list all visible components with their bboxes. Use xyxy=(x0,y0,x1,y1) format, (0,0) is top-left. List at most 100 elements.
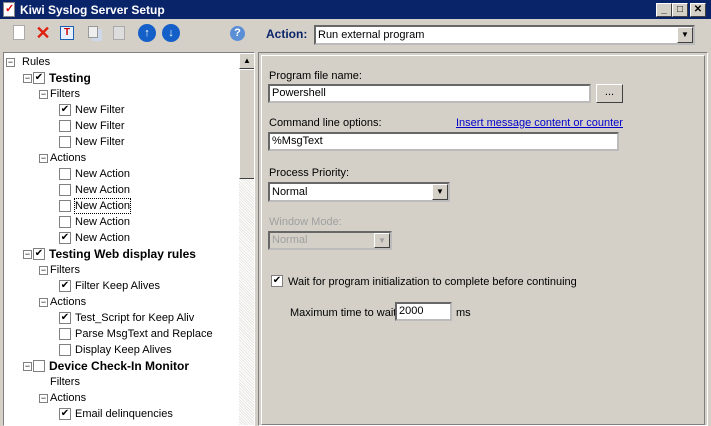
app-icon xyxy=(3,2,15,17)
program-file-input[interactable]: Powershell xyxy=(268,84,591,103)
tree-item[interactable]: − Filters xyxy=(4,262,234,278)
tree-item-label: New Action xyxy=(75,184,131,196)
insert-message-link[interactable]: Insert message content or counter xyxy=(456,117,623,129)
tree-item-label: Device Check-In Monitor xyxy=(49,359,190,373)
action-select-value: Run external program xyxy=(318,29,425,41)
tree-item-checkbox[interactable]: ✔ xyxy=(59,280,71,292)
tree-item-checkbox[interactable]: ✔ xyxy=(59,232,71,244)
tree-item[interactable]: New Action xyxy=(4,166,234,182)
tree-item-label: New Filter xyxy=(75,136,125,148)
max-time-unit: ms xyxy=(456,307,471,319)
tree-item[interactable]: − Device Check-In Monitor xyxy=(4,358,234,374)
minimize-button[interactable]: _ xyxy=(656,3,672,17)
delete-icon[interactable]: ✕ xyxy=(34,24,52,42)
collapse-icon[interactable]: − xyxy=(39,90,48,99)
help-icon[interactable]: ? xyxy=(230,26,245,41)
tree-item[interactable]: ✔ Filter Keep Alives xyxy=(4,278,234,294)
tree-item-checkbox[interactable] xyxy=(59,136,71,148)
window-title: Kiwi Syslog Server Setup xyxy=(20,3,165,17)
chevron-down-icon: ▼ xyxy=(374,233,390,248)
collapse-icon[interactable]: − xyxy=(23,74,32,83)
tree-item[interactable]: − Actions xyxy=(4,150,234,166)
tree-item-checkbox[interactable] xyxy=(59,168,71,180)
tree-item-checkbox[interactable]: ✔ xyxy=(33,72,45,84)
chevron-down-icon[interactable]: ▼ xyxy=(677,27,693,43)
copy-icon[interactable] xyxy=(86,24,104,42)
collapse-icon[interactable]: − xyxy=(39,266,48,275)
tree-item-label: Testing xyxy=(49,71,91,85)
command-line-input[interactable]: %MsgText xyxy=(268,132,619,151)
move-down-icon[interactable]: ↓ xyxy=(162,24,180,42)
collapse-icon[interactable]: − xyxy=(39,394,48,403)
scroll-thumb[interactable] xyxy=(239,69,254,179)
tree-item-checkbox[interactable]: ✔ xyxy=(59,408,71,420)
tree-item-checkbox[interactable]: ✔ xyxy=(59,104,71,116)
tree-item-label: Filter Keep Alives xyxy=(75,280,160,292)
tree-item-label: Actions xyxy=(50,392,87,404)
tree-item-checkbox[interactable]: ✔ xyxy=(33,248,45,260)
collapse-icon[interactable]: − xyxy=(6,58,15,67)
tree-item-checkbox[interactable] xyxy=(59,184,71,196)
paste-icon[interactable] xyxy=(110,24,128,42)
chevron-down-icon[interactable]: ▼ xyxy=(432,184,448,200)
tree-item[interactable]: ✔ Test_Script for Keep Aliv xyxy=(4,310,234,326)
tree-item[interactable]: − ✔ Testing xyxy=(4,70,234,86)
process-priority-select[interactable]: Normal ▼ xyxy=(268,182,450,202)
tree-item-label: Email delinquencies xyxy=(75,408,173,420)
tree-item[interactable]: New Filter xyxy=(4,134,234,150)
collapse-icon[interactable]: − xyxy=(39,298,48,307)
tree-item-checkbox[interactable]: ✔ xyxy=(59,312,71,324)
tree-item[interactable]: − Actions xyxy=(4,294,234,310)
tree-item-checkbox[interactable] xyxy=(59,328,71,340)
tree-item[interactable]: ✔ New Filter xyxy=(4,102,234,118)
tree-item[interactable]: New Action xyxy=(4,214,234,230)
tree-item-label: New Action xyxy=(73,198,132,214)
tree-item-checkbox[interactable] xyxy=(33,360,45,372)
max-time-input[interactable]: 2000 xyxy=(395,302,452,321)
window-mode-label: Window Mode: xyxy=(269,216,342,228)
tree-item-label: New Action xyxy=(75,232,131,244)
tree-item-checkbox[interactable] xyxy=(59,200,71,212)
rename-icon[interactable]: T xyxy=(58,24,76,42)
collapse-icon[interactable]: − xyxy=(23,250,32,259)
tree-item-label: New Filter xyxy=(75,120,125,132)
tree-item-label: Filters xyxy=(50,88,80,100)
rules-tree[interactable]: − Rules − ✔ Testing − Filters ✔ New Filter New Fi… xyxy=(3,52,255,426)
maximize-button[interactable]: □ xyxy=(672,3,688,17)
process-priority-value: Normal xyxy=(272,186,308,198)
wait-checkbox[interactable]: ✔ xyxy=(271,275,283,287)
collapse-icon[interactable]: − xyxy=(39,154,48,163)
tree-item[interactable]: − Rules xyxy=(4,54,234,70)
tree-item[interactable]: New Action xyxy=(4,182,234,198)
tree-item[interactable]: − Filters xyxy=(4,86,234,102)
tree-item-label: Parse MsgText and Replace xyxy=(75,328,213,340)
action-select[interactable]: Run external program ▼ xyxy=(314,25,695,45)
action-label: Action: xyxy=(266,27,308,41)
tree-item-label: Test_Script for Keep Aliv xyxy=(75,312,195,324)
tree-item[interactable]: New Filter xyxy=(4,118,234,134)
title-bar: Kiwi Syslog Server Setup _ □ ✕ xyxy=(0,0,711,19)
new-icon[interactable] xyxy=(10,24,28,42)
collapse-icon[interactable]: − xyxy=(23,362,32,371)
tree-item-label: Filters xyxy=(50,376,80,388)
scroll-up-button[interactable]: ▲ xyxy=(239,53,254,69)
tree-item[interactable]: − Actions xyxy=(4,390,234,406)
action-settings-panel: Program file name: Powershell ... Comman… xyxy=(258,52,708,426)
tree-item-checkbox[interactable] xyxy=(59,216,71,228)
tree-item-label: Testing Web display rules xyxy=(49,247,196,261)
tree-scrollbar[interactable]: ▲ xyxy=(239,53,254,425)
tree-item[interactable]: ✔ Email delinquencies xyxy=(4,406,234,422)
tree-item-checkbox[interactable] xyxy=(59,120,71,132)
move-up-icon[interactable]: ↑ xyxy=(138,24,156,42)
browse-button[interactable]: ... xyxy=(596,84,623,103)
tree-item[interactable]: ✔ New Action xyxy=(4,230,234,246)
tree-item[interactable]: − ✔ Testing Web display rules xyxy=(4,246,234,262)
tree-item[interactable]: Display Keep Alives xyxy=(4,342,234,358)
tree-item-checkbox[interactable] xyxy=(59,344,71,356)
tree-item[interactable]: Parse MsgText and Replace xyxy=(4,326,234,342)
tree-item-label: Actions xyxy=(50,152,87,164)
tree-item[interactable]: New Action xyxy=(4,198,234,214)
tree-item[interactable]: Filters xyxy=(4,374,234,390)
process-priority-label: Process Priority: xyxy=(269,167,350,179)
close-button[interactable]: ✕ xyxy=(690,3,706,17)
